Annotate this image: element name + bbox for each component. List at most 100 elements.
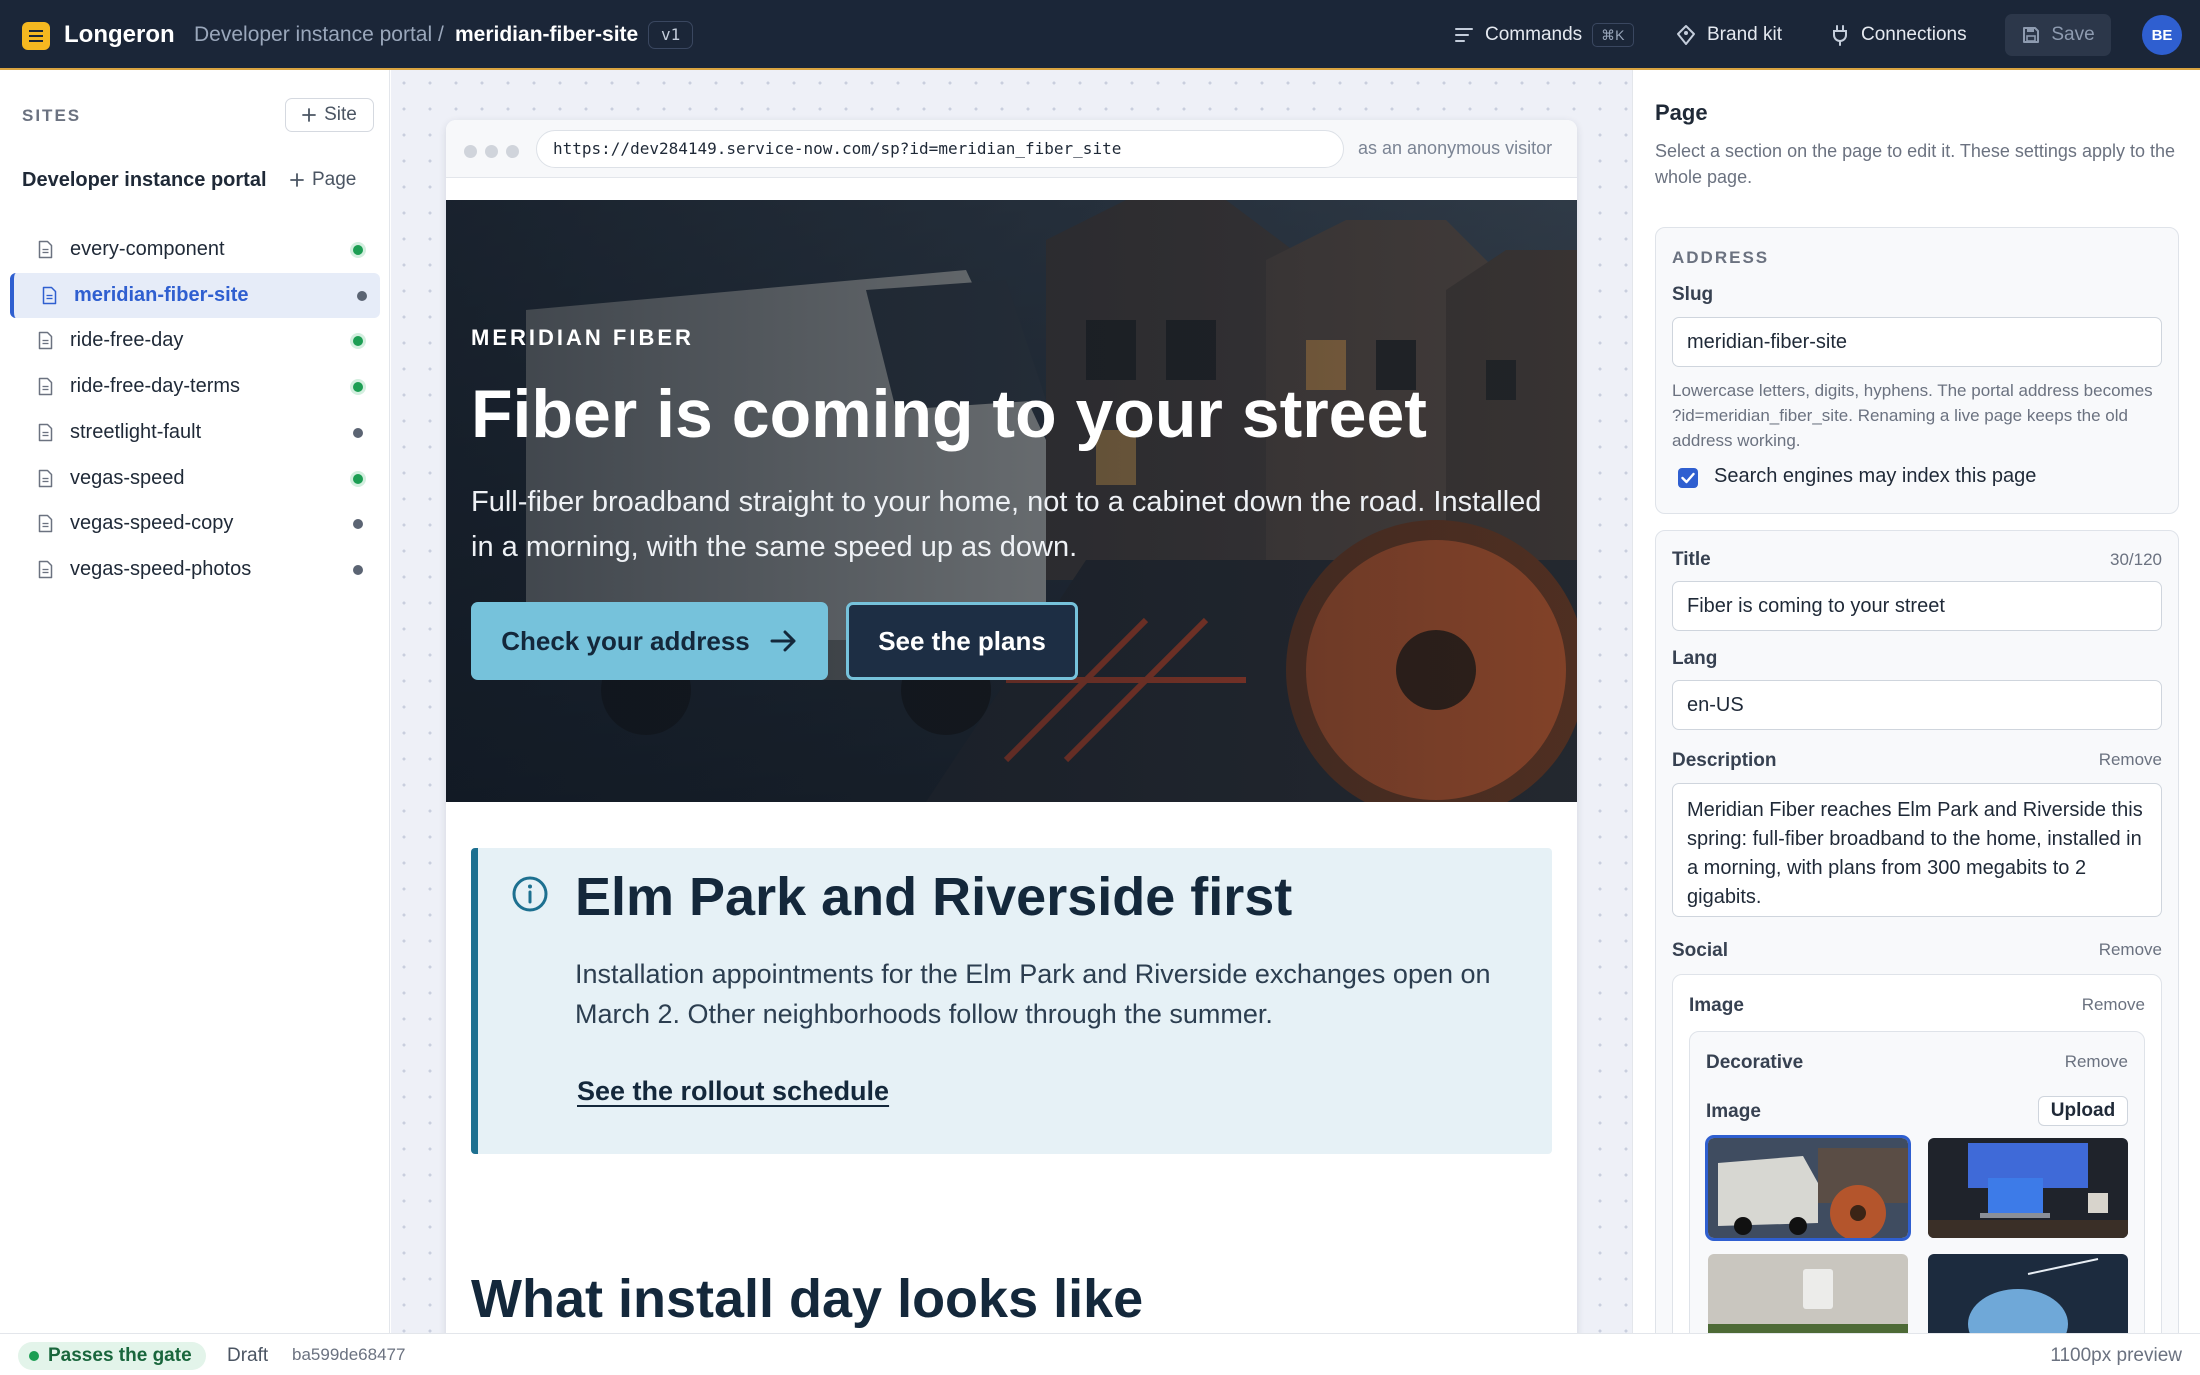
image-option-technician[interactable] xyxy=(1928,1254,2128,1333)
sidebar-page-label: vegas-speed xyxy=(70,466,185,489)
social-remove-button[interactable]: Remove xyxy=(2099,940,2162,960)
image-picker-label: Image xyxy=(1706,1101,1761,1122)
browser-preview: https://dev284149.service-now.com/sp?id=… xyxy=(446,120,1577,1333)
sidebar-page-item[interactable]: every-component xyxy=(10,227,380,272)
commands-label: Commands xyxy=(1485,24,1583,45)
sidebar-page-item[interactable]: vegas-speed-photos xyxy=(10,547,380,592)
checkmark-icon xyxy=(1681,472,1695,484)
plug-icon xyxy=(1833,25,1847,46)
brand-kit-button[interactable]: Brand kit xyxy=(1675,18,1782,52)
page-status-dot xyxy=(353,473,363,484)
sidebar-page-label: vegas-speed-photos xyxy=(70,557,252,580)
browser-chrome: https://dev284149.service-now.com/sp?id=… xyxy=(446,120,1577,178)
add-site-button[interactable]: Site xyxy=(285,98,374,132)
sidebar-page-label: every-component xyxy=(70,238,225,260)
add-page-button[interactable]: Page xyxy=(290,169,356,191)
hero-kicker: MERIDIAN FIBER xyxy=(471,325,694,350)
sidebar-page-item[interactable]: vegas-speed xyxy=(10,456,380,501)
commands-button[interactable]: Commands ⌘K xyxy=(1453,18,1634,52)
sites-sidebar: SITES Site Developer instance portal Pag… xyxy=(0,70,390,1333)
description-label: Description xyxy=(1672,750,1777,771)
preview-width[interactable]: 1100px preview xyxy=(2050,1345,2182,1367)
slug-label: Slug xyxy=(1672,284,1714,305)
hero-section[interactable]: MERIDIAN FIBER Fiber is coming to your s… xyxy=(446,200,1577,802)
breadcrumb-current: meridian-fiber-site xyxy=(455,23,639,46)
arrow-right-icon xyxy=(770,630,796,652)
install-day-heading[interactable]: What install day looks like xyxy=(471,1268,1143,1330)
sidebar-page-item[interactable]: ride-free-day xyxy=(10,318,380,363)
url-bar[interactable]: https://dev284149.service-now.com/sp?id=… xyxy=(536,130,1344,168)
plus-icon xyxy=(290,173,304,187)
upload-button[interactable]: Upload xyxy=(2038,1096,2128,1126)
add-page-label: Page xyxy=(312,169,357,190)
visitor-mode[interactable]: as an anonymous visitor xyxy=(1358,138,1552,159)
document-icon xyxy=(38,514,53,533)
title-input[interactable]: Fiber is coming to your street xyxy=(1672,581,2162,631)
document-icon xyxy=(38,332,53,350)
laptop-thumbnail-image xyxy=(1928,1138,2128,1238)
social-image-remove-button[interactable]: Remove xyxy=(2082,995,2145,1015)
description-textarea[interactable]: Meridian Fiber reaches Elm Park and Rive… xyxy=(1672,783,2162,917)
page-status-dot xyxy=(353,564,363,575)
page-state: Draft xyxy=(227,1345,269,1366)
connections-button[interactable]: Connections xyxy=(1829,18,1967,52)
van-thumbnail-image xyxy=(1708,1138,1908,1238)
page-status-dot xyxy=(353,336,363,347)
sidebar-page-label: meridian-fiber-site xyxy=(74,283,249,306)
sidebar-page-label: streetlight-fault xyxy=(70,420,202,443)
address-card: ADDRESS Slug meridian-fiber-site Lowerca… xyxy=(1655,227,2179,514)
hero-body: Full-fiber broadband straight to your ho… xyxy=(471,486,1542,563)
lang-input[interactable]: en-US xyxy=(1672,680,2162,730)
rollout-schedule-link[interactable]: See the rollout schedule xyxy=(577,1076,889,1107)
page-inspector: Page Select a section on the page to edi… xyxy=(1632,70,2200,1333)
page-status-dot xyxy=(357,290,367,301)
document-icon xyxy=(38,377,53,396)
window-dot xyxy=(506,145,519,158)
check-address-label: Check your address xyxy=(501,625,750,656)
sidebar-page-label: ride-free-day-terms xyxy=(70,375,241,398)
meta-card: Title 30/120 Fiber is coming to your str… xyxy=(1655,530,2179,1333)
decorative-image-card: Decorative Remove Image Upload xyxy=(1689,1031,2145,1333)
image-option-wall-box[interactable] xyxy=(1708,1254,1908,1333)
rollout-notice[interactable]: Elm Park and Riverside first Installatio… xyxy=(471,848,1552,1154)
index-checkbox-label[interactable]: Search engines may index this page xyxy=(1714,465,2036,488)
breadcrumb-separator: / xyxy=(438,23,444,46)
save-icon xyxy=(2023,27,2040,43)
image-option-laptop[interactable] xyxy=(1928,1138,2128,1238)
version-badge: v1 xyxy=(648,21,694,49)
sites-heading: SITES xyxy=(22,106,82,125)
save-label: Save xyxy=(2051,24,2095,45)
commands-shortcut: ⌘K xyxy=(1592,23,1634,47)
breadcrumb-root[interactable]: Developer instance portal xyxy=(194,23,432,47)
longeron-logo-icon[interactable] xyxy=(22,22,50,50)
check-address-button[interactable]: Check your address xyxy=(471,602,828,680)
page-status-dot xyxy=(353,382,363,393)
save-button[interactable]: Save xyxy=(2005,14,2111,56)
slug-hint: Lowercase letters, digits, hyphens. The … xyxy=(1672,381,2153,450)
document-icon xyxy=(38,469,53,487)
sidebar-page-item[interactable]: ride-free-day-terms xyxy=(10,364,380,409)
slug-input[interactable]: meridian-fiber-site xyxy=(1672,317,2162,367)
description-remove-button[interactable]: Remove xyxy=(2099,750,2162,770)
technician-thumbnail-image xyxy=(1928,1254,2128,1333)
image-option-van[interactable] xyxy=(1705,1135,1911,1241)
sidebar-page-item[interactable]: streetlight-fault xyxy=(10,410,380,455)
notice-title: Elm Park and Riverside first xyxy=(575,867,1293,927)
sidebar-page-item[interactable]: vegas-speed-copy xyxy=(10,501,380,546)
site-group-title[interactable]: Developer instance portal xyxy=(22,169,267,192)
decorative-remove-button[interactable]: Remove xyxy=(2065,1052,2128,1072)
gate-status-badge[interactable]: Passes the gate xyxy=(18,1342,206,1370)
lang-label: Lang xyxy=(1672,648,1718,669)
social-image-label: Image xyxy=(1689,995,1744,1016)
sidebar-page-item[interactable]: meridian-fiber-site xyxy=(10,272,380,318)
wall-box-thumbnail-image xyxy=(1708,1254,1908,1333)
user-avatar[interactable]: BE xyxy=(2142,15,2182,55)
see-plans-button[interactable]: See the plans xyxy=(846,602,1078,680)
title-label: Title xyxy=(1672,549,1711,570)
hero-title: Fiber is coming to your street xyxy=(471,376,1427,452)
app-name[interactable]: Longeron xyxy=(64,21,175,49)
index-checkbox[interactable] xyxy=(1678,468,1698,488)
plus-icon xyxy=(302,108,317,122)
brand-kit-label: Brand kit xyxy=(1707,24,1782,45)
add-site-label: Site xyxy=(324,104,357,125)
